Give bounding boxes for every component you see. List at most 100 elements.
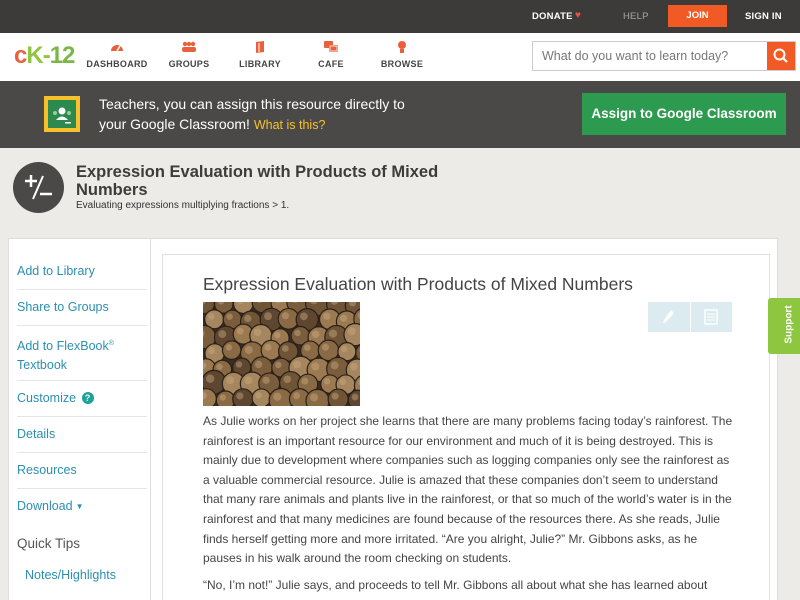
- google-classroom-banner: Teachers, you can assign this resource d…: [0, 81, 800, 148]
- nut-highlight: [331, 392, 339, 400]
- pencil-icon[interactable]: [662, 309, 676, 330]
- sidebar-divider: [17, 325, 147, 326]
- nut-highlight: [253, 328, 262, 337]
- content-toolbar: [648, 302, 732, 332]
- nut-highlight: [323, 378, 331, 385]
- nut-highlight: [244, 345, 253, 354]
- sidebar-divider: [17, 488, 147, 489]
- share-to-groups-link[interactable]: Share to Groups: [17, 298, 109, 317]
- add-to-flexbook-link[interactable]: Add to FlexBook® Textbook: [17, 334, 114, 375]
- main-content: Expression Evaluation with Products of M…: [150, 238, 778, 600]
- sidebar-divider: [17, 416, 147, 417]
- nut-shape: [251, 388, 272, 406]
- donate-link[interactable]: DONATE: [532, 11, 573, 22]
- sidebar-divider: [17, 452, 147, 453]
- nut-highlight: [273, 392, 282, 401]
- content-card: Expression Evaluation with Products of M…: [162, 254, 770, 600]
- nut-highlight: [236, 392, 244, 400]
- nut-highlight: [216, 363, 223, 370]
- add-to-flexbook-label: Add to FlexBook: [17, 339, 109, 354]
- toolbar-divider: [690, 302, 691, 332]
- search-button[interactable]: [767, 42, 795, 70]
- search-box: [532, 41, 796, 71]
- nut-highlight: [281, 345, 289, 352]
- nut-highlight: [264, 312, 272, 321]
- nut-highlight: [208, 313, 215, 320]
- page-title: Expression Evaluation with Products of M…: [76, 163, 439, 199]
- logo-dash: -: [42, 42, 51, 69]
- cafe-icon: [291, 40, 371, 58]
- nut-highlight: [264, 343, 272, 351]
- customize-link[interactable]: Customize ?: [17, 389, 94, 408]
- help-link[interactable]: HELP: [623, 11, 649, 22]
- nut-highlight: [311, 362, 320, 371]
- nav-cafe[interactable]: CAFE: [291, 40, 371, 69]
- nut-highlight: [294, 329, 301, 337]
- add-to-library-link[interactable]: Add to Library: [17, 262, 95, 281]
- plus-minus-icon: [13, 162, 64, 213]
- dashboard-icon: [77, 40, 157, 58]
- banner-text-line2: your Google Classroom! What is this?: [99, 114, 325, 135]
- caret-down-icon: ▼: [75, 502, 84, 511]
- nut-highlight: [208, 347, 216, 354]
- nut-highlight: [225, 344, 233, 351]
- join-button[interactable]: JOIN: [668, 5, 727, 27]
- nut-highlight: [236, 327, 244, 335]
- nut-highlight: [218, 330, 227, 339]
- quick-tips-heading: Quick Tips: [17, 536, 81, 551]
- nav-library-label: LIBRARY: [239, 59, 281, 69]
- content-paragraph: “No, I’m not!” Julie says, and proceeds …: [203, 578, 708, 592]
- assign-to-google-classroom-button[interactable]: Assign to Google Classroom: [582, 93, 786, 135]
- nut-highlight: [244, 314, 252, 323]
- nut-highlight: [350, 362, 358, 371]
- groups-icon: [149, 40, 229, 58]
- breadcrumb: Evaluating expressions multiplying fract…: [76, 200, 290, 211]
- download-link[interactable]: Download ▼: [17, 497, 84, 516]
- sidebar: Add to Library Share to Groups Add to Fl…: [8, 238, 151, 600]
- nav-groups[interactable]: GROUPS: [149, 40, 229, 69]
- main-header: cK-12 DASHBOARD GROUPS LIBRARY CAFE BROW…: [0, 33, 800, 81]
- nut-shape: [221, 340, 242, 360]
- nav-browse[interactable]: BROWSE: [362, 40, 442, 69]
- resources-link[interactable]: Resources: [17, 461, 77, 480]
- browse-icon: [362, 40, 442, 58]
- nut-highlight: [226, 376, 235, 385]
- nut-highlight: [255, 392, 262, 399]
- nut-highlight: [321, 343, 330, 351]
- help-icon[interactable]: ?: [81, 392, 94, 404]
- nut-highlight: [340, 314, 348, 322]
- nut-highlight: [226, 313, 233, 320]
- nut-highlight: [275, 361, 282, 369]
- details-link[interactable]: Details: [17, 425, 55, 444]
- nut-highlight: [311, 330, 320, 339]
- nav-browse-label: BROWSE: [380, 59, 424, 69]
- nut-highlight: [323, 312, 331, 320]
- nut-highlight: [281, 312, 290, 320]
- what-is-this-link[interactable]: What is this?: [254, 118, 326, 132]
- nut-highlight: [301, 377, 309, 385]
- nav-library[interactable]: LIBRARY: [220, 40, 300, 69]
- notes-icon[interactable]: [704, 309, 718, 330]
- sign-in-link[interactable]: SIGN IN: [745, 11, 782, 22]
- content-title: Expression Evaluation with Products of M…: [203, 274, 633, 294]
- notes-highlights-link[interactable]: Notes/Highlights: [25, 566, 116, 585]
- customize-label: Customize: [17, 391, 77, 405]
- registered-mark: ®: [108, 340, 114, 347]
- nut-highlight: [219, 394, 227, 401]
- title-area: Expression Evaluation with Products of M…: [0, 148, 800, 236]
- logo-c: c: [14, 42, 27, 69]
- support-tab[interactable]: Support: [768, 298, 800, 354]
- nut-highlight: [206, 374, 215, 383]
- logo-k: K: [26, 42, 43, 69]
- nut-highlight: [309, 393, 319, 402]
- download-label: Download: [17, 499, 73, 513]
- nav-dashboard[interactable]: DASHBOARD: [77, 40, 157, 69]
- nut-highlight: [235, 361, 243, 368]
- banner-text-line2-main: your Google Classroom!: [99, 116, 250, 132]
- content-paragraph: As Julie works on her project she learns…: [203, 414, 733, 566]
- nut-highlight: [293, 360, 302, 369]
- support-label: Support: [783, 305, 795, 344]
- nut-highlight: [341, 345, 348, 353]
- search-input[interactable]: [533, 42, 767, 70]
- ck12-logo[interactable]: cK-12: [14, 42, 75, 70]
